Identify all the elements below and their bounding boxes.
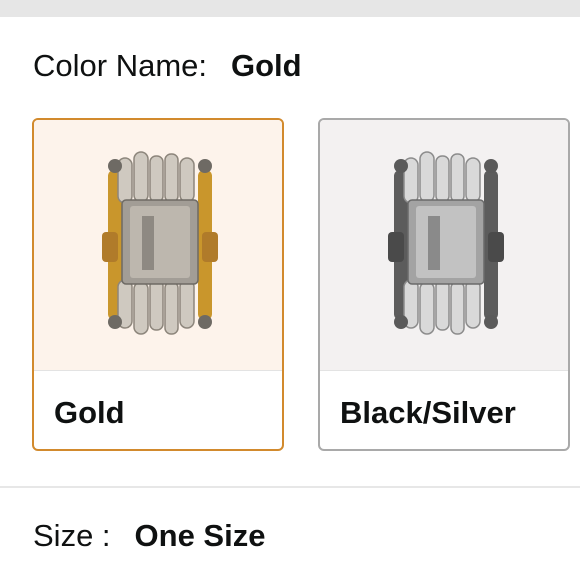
size-label: Size : [33, 518, 111, 553]
color-name-row: Color Name: Gold [33, 50, 302, 81]
multi-tool-gold-image [102, 151, 218, 335]
color-name-value: Gold [231, 48, 302, 83]
swatch-name-black-silver: Black/Silver [340, 395, 516, 430]
swatch-divider [320, 370, 568, 371]
top-divider-bar [0, 0, 580, 17]
swatch-name-gold: Gold [54, 395, 125, 430]
swatch-divider [34, 370, 282, 371]
size-value: One Size [134, 518, 266, 553]
section-divider [0, 486, 580, 488]
swatch-black-silver[interactable]: Black/Silver [318, 118, 570, 451]
swatch-image-area [320, 120, 568, 370]
color-name-label: Color Name: [33, 48, 207, 83]
swatch-image-area [34, 120, 282, 370]
size-row: Size : One Size [33, 520, 265, 551]
multi-tool-silver-image [388, 151, 504, 335]
swatch-gold[interactable]: Gold [32, 118, 284, 451]
